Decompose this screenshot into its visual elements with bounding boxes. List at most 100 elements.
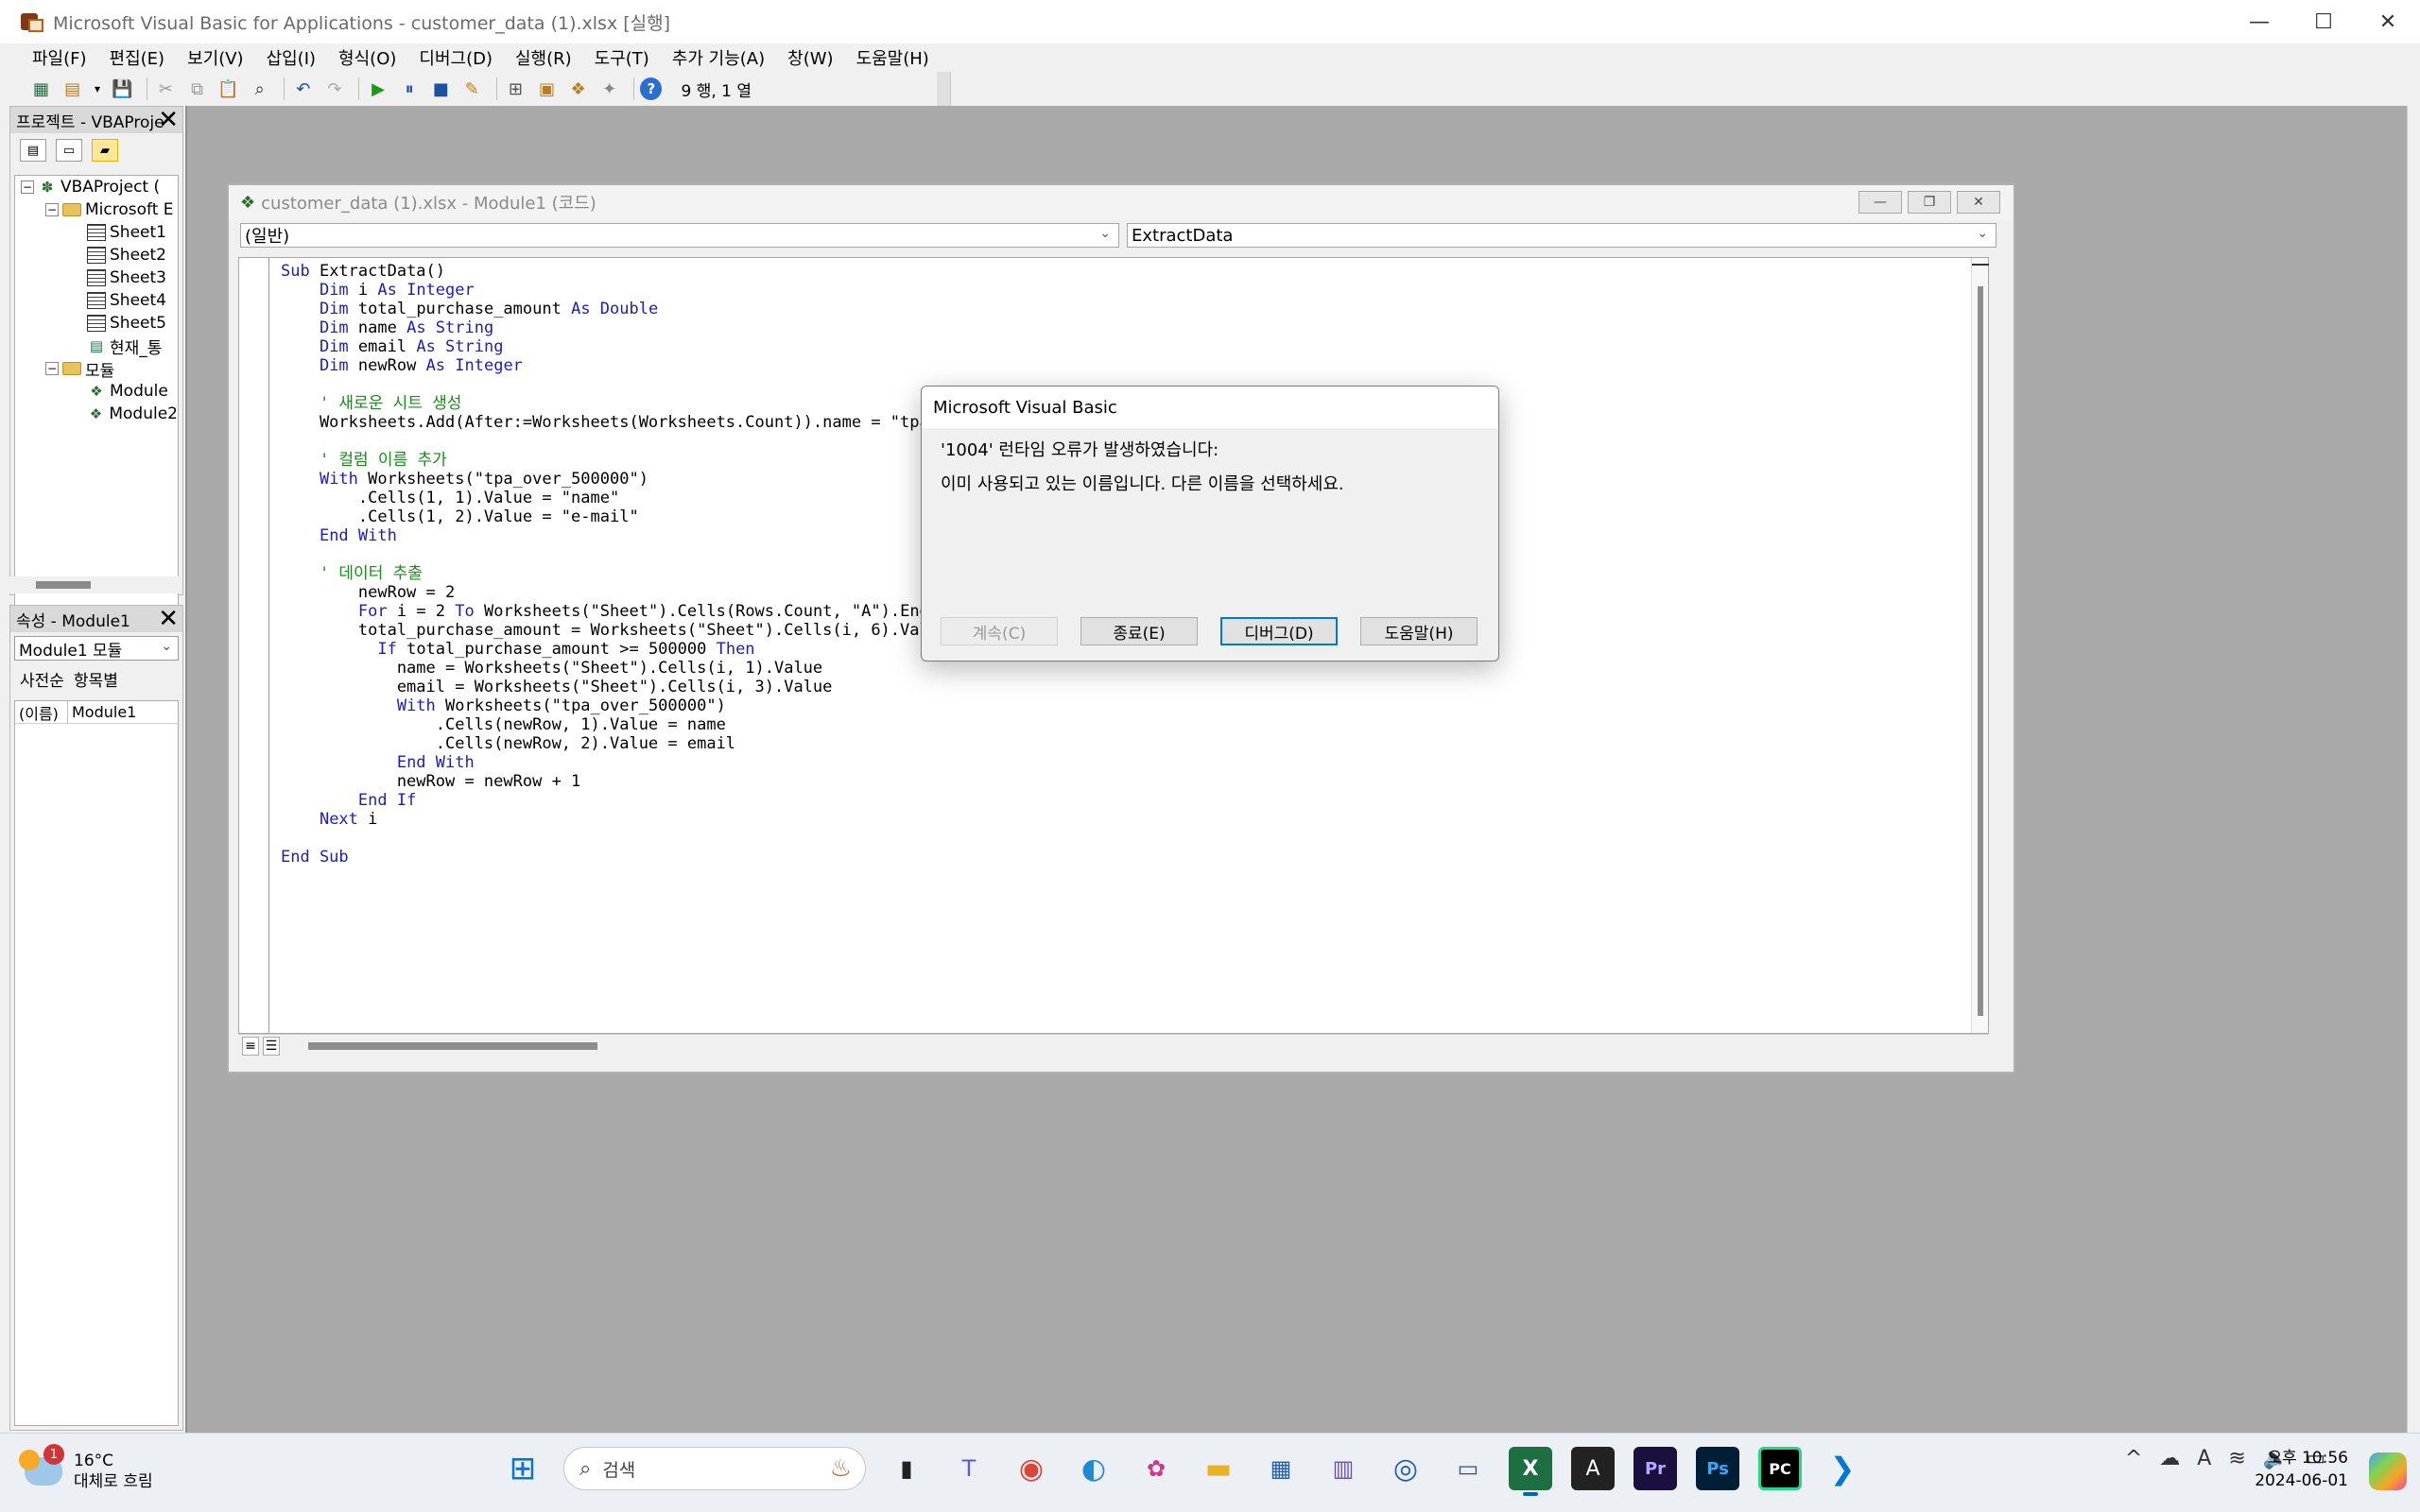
clock[interactable]: 오후 10:56 2024-06-01 [2255,1447,2348,1492]
design-mode-icon[interactable]: ✎ [459,76,485,102]
code-vertical-scrollbar[interactable] [1971,258,1989,1033]
photoshop-icon[interactable]: Ps [1696,1447,1739,1490]
code-line[interactable]: Worksheets.Add(After:=Worksheets(Workshe… [281,413,939,432]
code-line[interactable]: name = Worksheets("Sheet").Cells(i, 1).V… [281,659,939,678]
app-window-icon[interactable]: ▭ [1446,1447,1490,1490]
tree-item[interactable]: Sheet4 [15,289,178,312]
undo-icon[interactable]: ↶ [290,76,316,102]
collapse-icon[interactable]: − [45,362,59,375]
maximize-button[interactable]: ☐ [2291,0,2356,43]
code-line[interactable]: Dim total_purchase_amount As Double [281,300,939,318]
code-line[interactable]: ' 새로운 시트 생성 [281,394,939,413]
file-explorer-icon[interactable]: ▬ [1197,1447,1240,1490]
task-view-icon[interactable]: ▮ [885,1447,928,1490]
help-icon[interactable]: ? [640,77,663,100]
excel-icon[interactable]: X [1509,1447,1552,1496]
tree-item[interactable]: Sheet5 [15,312,178,335]
taskbar-search[interactable]: ⌕ 검색 ♨ [563,1447,866,1490]
acrobat-icon[interactable]: A [1571,1447,1615,1490]
code-line[interactable]: With Worksheets("tpa_over_500000") [281,696,939,715]
properties-window-icon[interactable]: ▣ [534,76,560,102]
app-circle-icon[interactable]: ◎ [1384,1447,1427,1490]
margin-indicator-bar[interactable] [239,258,269,1033]
wifi-icon[interactable]: ≋ [2228,1447,2245,1470]
redo-icon[interactable]: ↷ [321,76,347,102]
pycharm-icon[interactable]: PC [1758,1447,1802,1490]
code-line[interactable]: With Worksheets("tpa_over_500000") [281,470,939,489]
chrome-icon[interactable]: ◉ [1010,1447,1053,1490]
property-row[interactable]: (이름) Module1 [15,700,178,724]
code-text[interactable]: Sub ExtractData() Dim i As Integer Dim t… [281,262,939,867]
code-line[interactable]: newRow = newRow + 1 [281,772,939,791]
dropdown-arrow-icon[interactable]: ▾ [91,76,104,102]
find-icon[interactable]: ⌕ [247,76,272,102]
code-line[interactable] [281,375,939,394]
copilot-app-icon[interactable]: ✿ [1134,1447,1178,1490]
code-line[interactable]: newRow = 2 [281,583,939,602]
ime-icon[interactable]: A [2197,1447,2211,1470]
code-line[interactable]: Sub ExtractData() [281,262,939,281]
view-code-icon[interactable]: ▤ [20,139,46,162]
tree-item[interactable]: ❖ Module2 [15,403,178,425]
code-line[interactable]: If total_purchase_amount >= 500000 Then [281,640,939,659]
end-button[interactable]: 종료(E) [1080,617,1198,645]
code-line[interactable]: ' 데이터 추출 [281,564,939,583]
menu-format[interactable]: 형식(O) [338,45,396,70]
code-minimize-button[interactable]: — [1858,191,1902,214]
tree-item[interactable]: − ✽ VBAProject ( [15,176,178,198]
code-line[interactable]: .Cells(1, 2).Value = "e-mail" [281,507,939,526]
collapse-icon[interactable]: − [21,180,34,194]
help-button[interactable]: 도움말(H) [1360,617,1478,645]
view-excel-icon[interactable]: ▦ [28,76,54,102]
menu-window[interactable]: 창(W) [787,45,833,70]
tree-item[interactable]: − 모듈 [15,357,178,381]
code-close-button[interactable]: ✕ [1957,191,2000,214]
code-line[interactable]: Dim email As String [281,337,939,356]
tree-item[interactable]: ▤ 현재_통 [15,335,178,358]
cut-icon[interactable]: ✂ [153,76,179,102]
procedure-view-icon[interactable]: ≡ [242,1037,259,1056]
paste-icon[interactable]: 📋 [216,76,241,102]
premiere-icon[interactable]: Pr [1634,1447,1677,1490]
code-line[interactable]: Dim newRow As Integer [281,356,939,375]
code-line[interactable]: End With [281,526,939,545]
project-horizontal-scrollbar[interactable] [4,576,182,593]
property-value[interactable]: Module1 [68,703,136,721]
toggle-folders-icon[interactable]: ▰ [92,139,118,162]
procedure-combo[interactable]: ExtractData ⌄ [1127,223,1996,248]
tab-alphabetic[interactable]: 사전순 [20,667,64,691]
object-browser-icon[interactable]: ❖ [565,76,591,102]
weather-widget[interactable]: 1 16°C 대체로 흐림 [19,1444,153,1492]
code-line[interactable]: .Cells(newRow, 1).Value = name [281,715,939,734]
tab-categorized[interactable]: 항목별 [74,667,118,691]
code-line[interactable]: email = Worksheets("Sheet").Cells(i, 3).… [281,678,939,696]
collapse-icon[interactable]: − [45,203,59,216]
menu-help[interactable]: 도움말(H) [856,45,929,70]
code-horizontal-scrollbar[interactable]: ≡ ☰ [238,1034,1989,1057]
project-explorer-icon[interactable]: ⊞ [503,76,528,102]
tree-item[interactable]: Sheet3 [15,266,178,289]
view-object-icon[interactable]: ▭ [56,139,82,162]
code-line[interactable]: total_purchase_amount = Worksheets("Shee… [281,621,939,640]
tree-item[interactable]: Sheet1 [15,221,178,244]
close-icon[interactable]: ✕ [158,108,179,132]
chevron-up-icon[interactable]: ^ [2125,1447,2142,1470]
menu-file[interactable]: 파일(F) [32,45,87,70]
code-line[interactable]: For i = 2 To Worksheets("Sheet").Cells(R… [281,602,939,621]
code-line[interactable]: End If [281,791,939,810]
teams-icon[interactable]: T [947,1447,991,1490]
vscode-icon[interactable]: ❯ [1821,1447,1864,1490]
menu-tools[interactable]: 도구(T) [595,45,649,70]
menu-run[interactable]: 실행(R) [515,45,572,70]
close-icon[interactable]: ✕ [158,607,179,631]
copy-icon[interactable]: ⧉ [184,76,210,102]
debug-button[interactable]: 디버그(D) [1220,617,1338,645]
code-line[interactable] [281,432,939,451]
copilot-icon[interactable] [2369,1452,2407,1490]
code-restore-button[interactable]: ❐ [1908,191,1951,214]
microsoft-store-icon[interactable]: ▦ [1259,1447,1303,1490]
code-line[interactable] [281,545,939,564]
break-icon[interactable]: ⏸ [397,76,423,102]
windows-start-icon[interactable]: ⊞ [501,1447,544,1490]
toolbar-grip[interactable] [937,72,950,106]
